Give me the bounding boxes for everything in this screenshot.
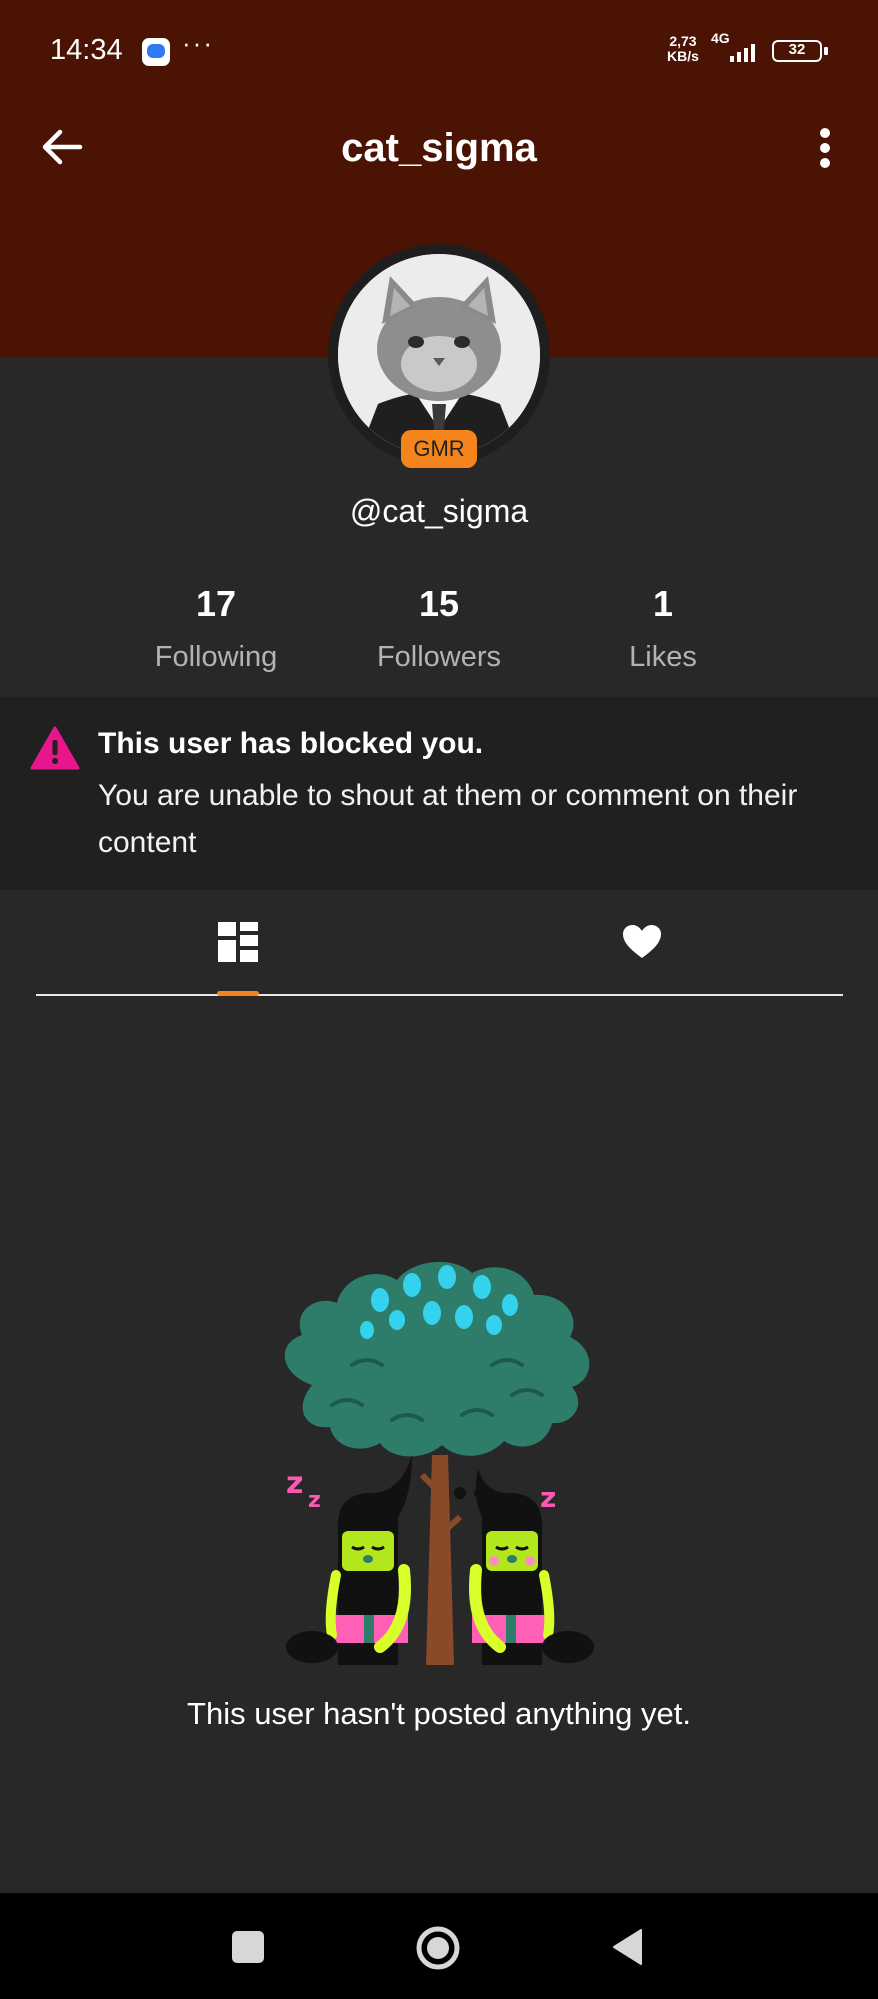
avatar[interactable] <box>338 254 540 456</box>
stat-value: 17 <box>195 583 237 624</box>
tab-divider <box>36 994 843 996</box>
battery-icon: 32 <box>772 40 822 62</box>
page-title: cat_sigma <box>341 126 537 170</box>
more-notifications-indicator: ··· <box>182 28 214 58</box>
warning-triangle-icon <box>30 726 80 770</box>
sleeping-characters-tree-illustration: z z z <box>284 1261 594 1665</box>
profile-handle: @cat_sigma <box>349 493 529 529</box>
back-triangle-icon[interactable] <box>611 1928 645 1966</box>
stat-following[interactable]: 17 Following <box>101 583 331 674</box>
heart-icon <box>623 925 661 958</box>
tab-likes[interactable] <box>586 906 694 996</box>
empty-state-message: This user hasn't posted anything yet. <box>187 1696 691 1731</box>
status-time: 14:34 <box>50 34 123 66</box>
home-circle-icon[interactable] <box>414 1924 462 1972</box>
more-vertical-icon[interactable] <box>816 126 834 170</box>
network-speed-value: 2,73 <box>669 33 697 49</box>
tab-posts[interactable] <box>184 906 292 996</box>
stat-value: 1 <box>652 583 674 624</box>
stat-label: Followers <box>376 641 502 673</box>
signal-icon <box>730 44 755 62</box>
messenger-notification-icon <box>142 38 170 66</box>
stat-likes[interactable]: 1 Likes <box>548 583 778 674</box>
blocked-message: You are unable to shout at them or comme… <box>98 779 798 859</box>
battery-level: 32 <box>788 41 806 58</box>
stat-value: 15 <box>418 583 460 624</box>
stat-label: Likes <box>629 641 697 673</box>
svg-text:z: z <box>540 1481 556 1514</box>
network-speed-unit: KB/s <box>667 48 699 64</box>
battery-tip <box>824 47 828 55</box>
network-speed: 2,73 KB/s <box>667 34 699 64</box>
active-tab-indicator <box>217 991 259 996</box>
role-badge: GMR <box>401 430 477 468</box>
stat-followers[interactable]: 15 Followers <box>324 583 554 674</box>
stat-label: Following <box>154 641 278 673</box>
svg-text:z: z <box>286 1466 303 1501</box>
recents-square-icon[interactable] <box>232 1931 264 1963</box>
blocked-title: This user has blocked you. <box>98 727 484 760</box>
svg-text:z: z <box>308 1488 321 1513</box>
grid-layout-icon <box>218 922 258 962</box>
cat-in-suit-avatar-image <box>338 254 540 456</box>
